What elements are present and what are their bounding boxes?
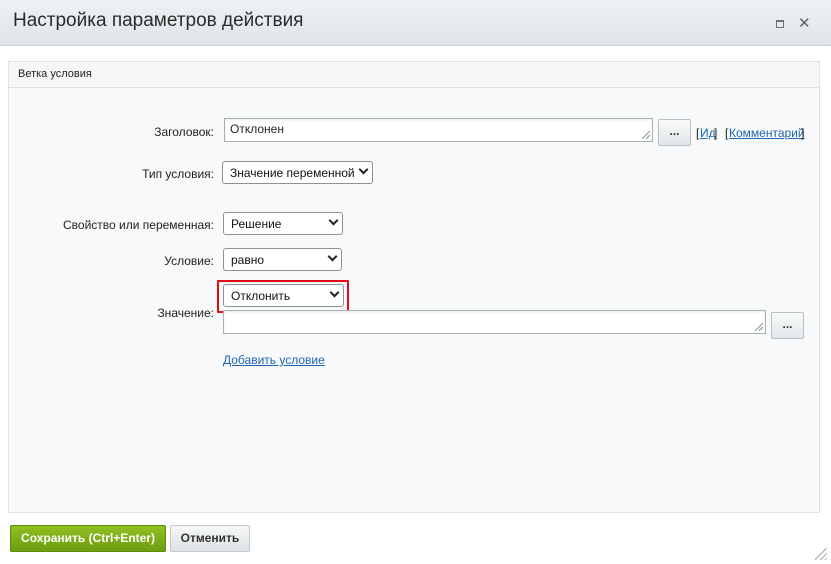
panel-header: Ветка условия (9, 62, 819, 88)
condition-type-value: Значение переменной (230, 166, 355, 180)
value-dots-button[interactable]: ... (771, 312, 804, 339)
title-label: Заголовок: (154, 125, 214, 139)
condition-type-select[interactable]: Значение переменной (222, 161, 373, 184)
value-text-field[interactable] (223, 310, 766, 334)
property-select[interactable]: Решение (223, 212, 343, 235)
bracket-close: ] (714, 126, 718, 140)
property-label: Свойство или переменная: (63, 218, 214, 232)
title-dots-button[interactable]: ... (658, 119, 691, 146)
chevron-down-icon (327, 251, 338, 262)
condition-select[interactable]: равно (223, 248, 342, 271)
bracket-close-2: ] (801, 126, 805, 140)
bracket-open-2: [ (725, 126, 729, 140)
bracket-open: [ (696, 126, 700, 140)
save-button[interactable]: Сохранить (Ctrl+Enter) (10, 525, 166, 552)
comment-link[interactable]: Комментарий (729, 126, 805, 140)
resize-grip-icon[interactable] (642, 131, 650, 139)
highlight-box (217, 280, 349, 313)
condition-value: равно (231, 253, 265, 267)
dialog-titlebar: Настройка параметров действия ✕ (0, 0, 831, 46)
chevron-down-icon (328, 215, 339, 226)
condition-label: Условие: (164, 254, 214, 268)
title-field-value: Отклонен (230, 122, 284, 136)
close-icon[interactable]: ✕ (798, 14, 811, 34)
resize-grip-icon[interactable] (755, 323, 763, 331)
dialog-title: Настройка параметров действия (13, 10, 304, 31)
dialog-resize-icon[interactable] (815, 548, 827, 560)
maximize-icon[interactable] (776, 20, 784, 28)
add-condition-link[interactable]: Добавить условие (223, 353, 325, 367)
chevron-down-icon (358, 164, 369, 175)
property-value: Решение (231, 217, 282, 231)
condition-type-label: Тип условия: (142, 167, 214, 181)
value-label: Значение: (157, 306, 214, 320)
title-field[interactable]: Отклонен (224, 118, 653, 142)
cancel-button[interactable]: Отменить (170, 525, 250, 552)
